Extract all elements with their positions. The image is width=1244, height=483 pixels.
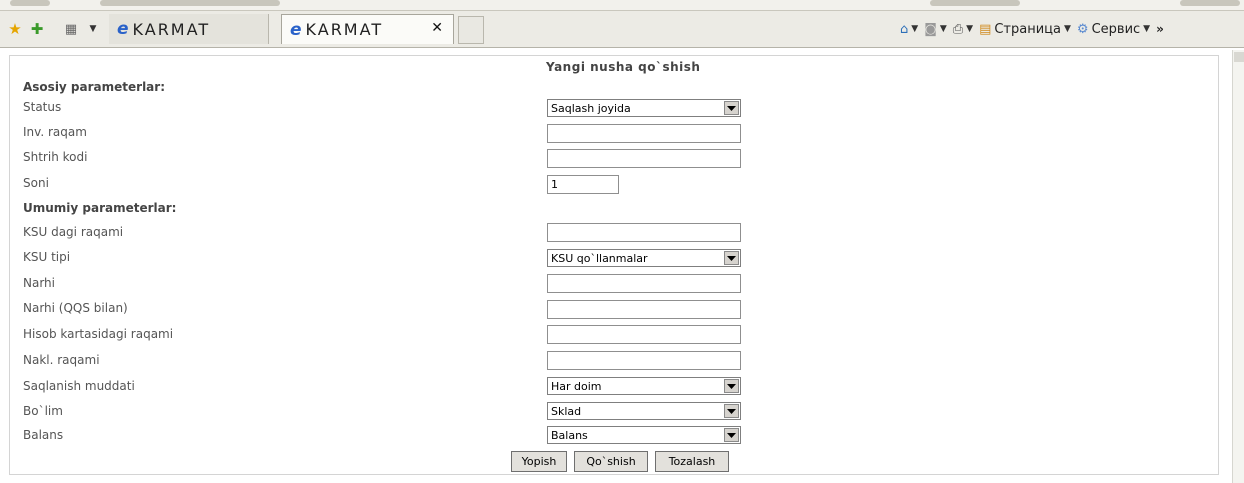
add-favorites-icon[interactable]: ✚ (28, 11, 46, 47)
page-title: Yangi nusha qo`shish (546, 60, 701, 74)
dropdown-arrow-icon[interactable] (724, 428, 739, 442)
account-card-input[interactable] (547, 325, 741, 344)
add-button[interactable]: Qo`shish (574, 451, 648, 472)
department-select-value: Sklad (551, 404, 582, 418)
count-label: Soni (23, 176, 49, 190)
home-icon: ⌂ (900, 21, 909, 37)
storage-period-label: Saqlanish muddati (23, 379, 135, 393)
scroll-up-arrow[interactable] (1234, 52, 1244, 62)
vertical-scrollbar[interactable] (1232, 50, 1244, 483)
page-menu-label: Страница (994, 21, 1061, 37)
dropdown-arrow-icon[interactable] (724, 379, 739, 393)
chevron-down-icon: ▼ (911, 24, 919, 34)
chevron-down-icon: ▼ (1064, 24, 1071, 34)
price-input[interactable] (547, 274, 741, 293)
storage-period-select[interactable]: Har doim (547, 377, 741, 395)
print-button[interactable]: ⎙ ▼ (953, 22, 973, 37)
dropdown-arrow-icon[interactable] (724, 404, 739, 418)
tab-label: KARMAT (132, 19, 211, 39)
browser-top-strip (0, 0, 1244, 11)
chevron-down-icon: ▼ (1143, 24, 1151, 34)
ie-logo-icon: e (117, 19, 129, 39)
ksu-number-input[interactable] (547, 223, 741, 242)
toolbar-overflow-icon[interactable]: » (1156, 22, 1164, 36)
ksu-type-select[interactable]: KSU qo`llanmalar (547, 249, 741, 267)
page-menu-button[interactable]: ▤ Страница ▼ (979, 22, 1071, 37)
balance-select-value: Balans (551, 428, 588, 442)
ksu-type-label: KSU tipi (23, 250, 71, 264)
main-parameters-heading: Asosiy parameterlar: (23, 80, 165, 94)
tab-label: KARMAT (305, 20, 384, 39)
inv-number-input[interactable] (547, 124, 741, 143)
ksu-number-label: KSU dagi raqami (23, 225, 124, 239)
feeds-button[interactable]: ◙ ▼ (924, 22, 947, 37)
price-vat-input[interactable] (547, 300, 741, 319)
ksu-type-select-value: KSU qo`llanmalar (551, 251, 648, 265)
price-label: Narhi (23, 276, 55, 290)
price-vat-label: Narhi (QQS bilan) (23, 301, 128, 315)
account-card-label: Hisob kartasidagi raqami (23, 327, 174, 341)
department-select[interactable]: Sklad (547, 402, 741, 420)
favorites-star-icon[interactable]: ★ (6, 11, 24, 47)
chevron-down-icon: ▼ (939, 24, 947, 34)
ie-logo-icon: e (290, 19, 302, 40)
close-tab-icon[interactable]: ✕ (431, 20, 443, 36)
feeds-icon: ◙ (924, 21, 937, 37)
barcode-input[interactable] (547, 149, 741, 168)
command-bar: ⌂ ▼ ◙ ▼ ⎙ ▼ ▤ Страница ▼ ⚙ Сервис ▼ » (900, 11, 1164, 47)
chevron-down-icon: ▼ (966, 24, 974, 34)
print-icon: ⎙ (952, 21, 964, 37)
page-icon: ▤ (979, 21, 992, 37)
tools-menu-label: Сервис (1091, 21, 1141, 37)
new-tab-button[interactable] (458, 16, 484, 44)
storage-period-select-value: Har doim (551, 379, 602, 393)
department-label: Bo`lim (23, 404, 63, 418)
gear-icon: ⚙ (1076, 21, 1089, 37)
barcode-label: Shtrih kodi (23, 150, 88, 164)
close-button[interactable]: Yopish (511, 451, 567, 472)
status-select[interactable]: Saqlash joyida (547, 99, 741, 117)
balance-label: Balans (23, 428, 64, 442)
balance-select[interactable]: Balans (547, 426, 741, 444)
invoice-number-input[interactable] (547, 351, 741, 370)
dropdown-arrow-icon[interactable] (724, 101, 739, 115)
dropdown-arrow-icon[interactable] (724, 251, 739, 265)
tools-menu-button[interactable]: ⚙ Сервис ▼ (1077, 22, 1150, 37)
invoice-number-label: Nakl. raqami (23, 353, 100, 367)
tab-karmat-1[interactable]: e KARMAT (109, 14, 269, 44)
tab-karmat-2-active[interactable]: e KARMAT ✕ (281, 14, 454, 44)
count-input[interactable] (547, 175, 619, 194)
status-label: Status (23, 100, 62, 114)
status-select-value: Saqlash joyida (551, 101, 631, 115)
general-parameters-heading: Umumiy parameterlar: (23, 201, 177, 215)
clear-button[interactable]: Tozalash (655, 451, 729, 472)
inv-number-label: Inv. raqam (23, 125, 87, 139)
home-button[interactable]: ⌂ ▼ (900, 22, 918, 37)
quick-tabs-icon[interactable]: ▦ (62, 11, 80, 47)
tab-list-dropdown-icon[interactable]: ▼ (86, 11, 100, 47)
